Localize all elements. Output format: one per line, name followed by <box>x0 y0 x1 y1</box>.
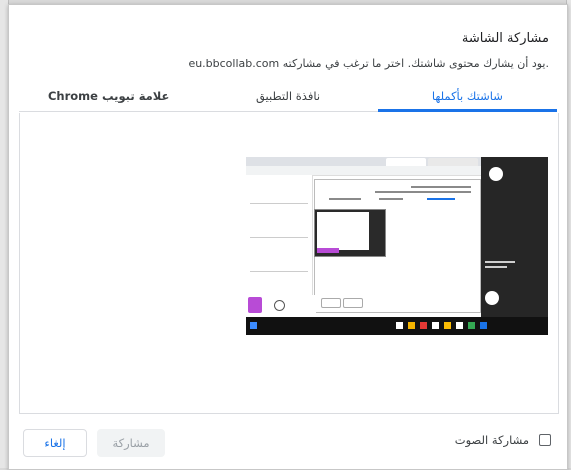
thumbnail-line <box>485 266 507 268</box>
thumbnail-line <box>250 203 308 204</box>
thumbnail-avatar <box>489 167 503 181</box>
thumbnail-purple-button <box>248 297 262 313</box>
thumbnail-avatar <box>485 291 499 305</box>
thumbnail-line <box>427 198 455 200</box>
thumbnail-nested-preview <box>314 209 386 257</box>
cancel-button[interactable]: إلغاء <box>23 429 87 457</box>
thumbnail-taskbar-icon <box>444 322 451 329</box>
source-tabs: شاشتك بأكملها نافذة التطبيق علامة تبويب … <box>19 85 558 112</box>
thumbnail-line <box>379 198 403 200</box>
tab-application-window[interactable]: نافذة التطبيق <box>198 85 377 111</box>
share-audio-label: مشاركة الصوت <box>454 433 529 447</box>
thumbnail-tab <box>428 158 478 166</box>
dialog-title: مشاركة الشاشة <box>461 31 549 46</box>
thumbnail-taskbar-icon <box>456 322 463 329</box>
thumbnail-taskbar-icon <box>480 322 487 329</box>
screen-share-dialog: مشاركة الشاشة eu.bbcollab.com يود أن يشا… <box>8 4 568 470</box>
screen-thumbnail[interactable] <box>246 157 548 335</box>
share-button[interactable]: مشاركة <box>97 429 165 457</box>
thumbnail-taskbar-icon <box>408 322 415 329</box>
thumbnail-line <box>375 191 471 193</box>
thumbnail-taskbar <box>246 317 548 335</box>
thumbnail-taskbar-icon <box>420 322 427 329</box>
thumbnail-line <box>411 186 471 188</box>
thumbnail-tab <box>386 158 426 166</box>
tab-entire-screen[interactable]: شاشتك بأكملها <box>377 85 558 112</box>
share-audio-option[interactable]: مشاركة الصوت <box>455 433 551 447</box>
thumbnail-dark-panel <box>481 157 548 317</box>
thumbnail-tabbar <box>246 157 481 166</box>
thumbnail-nested-window <box>317 212 369 250</box>
dialog-subtitle: eu.bbcollab.com يود أن يشارك محتوى شاشتك… <box>188 57 549 70</box>
thumbnail-button <box>321 298 341 308</box>
thumbnail-line <box>485 261 515 263</box>
tab-chrome-tab[interactable]: علامة تبويب Chrome <box>19 85 198 111</box>
thumbnail-taskbar-icon <box>396 322 403 329</box>
thumbnail-browser-window <box>246 157 481 317</box>
share-audio-checkbox[interactable] <box>539 434 551 446</box>
preview-area <box>19 113 559 414</box>
thumbnail-line <box>250 237 308 238</box>
thumbnail-line <box>250 271 308 272</box>
thumbnail-nested-bar <box>317 248 339 253</box>
thumbnail-line <box>329 198 361 200</box>
thumbnail-taskbar-icon <box>432 322 439 329</box>
thumbnail-taskbar-icon <box>468 322 475 329</box>
thumbnail-gear-icon <box>274 300 285 311</box>
thumbnail-taskbar-icon <box>250 322 257 329</box>
thumbnail-button <box>343 298 363 308</box>
